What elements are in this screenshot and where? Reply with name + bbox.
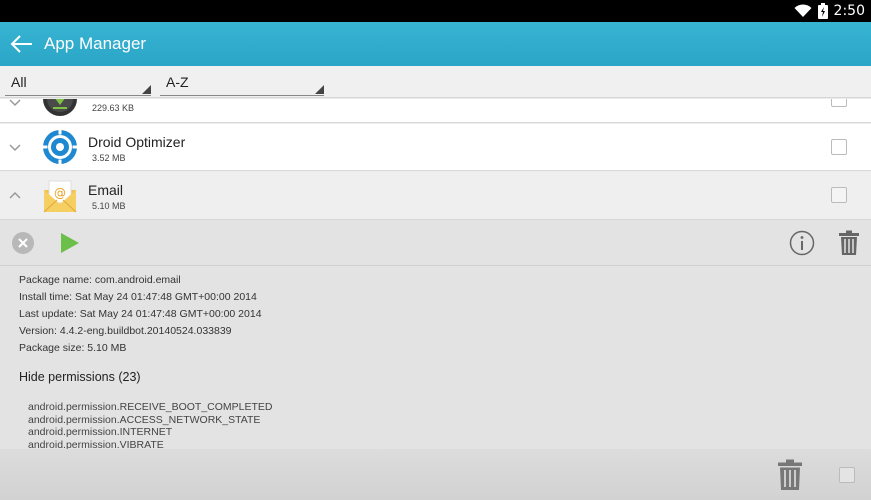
permission-item: android.permission.ACCESS_NETWORK_STATE: [28, 413, 261, 426]
email-app-icon: @: [43, 180, 77, 213]
batch-uninstall-trash-icon[interactable]: [777, 459, 803, 491]
app-size: 229.63 KB: [92, 103, 135, 113]
app-size: 5.10 MB: [92, 201, 126, 211]
list-item-expanded[interactable]: @ Email 5.10 MB: [0, 172, 871, 220]
select-checkbox[interactable]: [831, 99, 847, 107]
svg-text:@: @: [54, 186, 66, 200]
category-dropdown-value: All: [11, 74, 27, 90]
hide-permissions-toggle[interactable]: Hide permissions (23): [19, 370, 141, 384]
permissions-list: android.permission.RECEIVE_BOOT_COMPLETE…: [28, 401, 273, 451]
chevron-down-icon[interactable]: [8, 143, 22, 153]
permission-item: android.permission.RECEIVE_BOOT_COMPLETE…: [28, 401, 273, 413]
sort-dropdown-value: A-Z: [166, 74, 189, 90]
app-name: Email: [88, 182, 124, 198]
select-all-checkbox[interactable]: [839, 467, 855, 483]
category-dropdown[interactable]: All: [5, 72, 151, 96]
package-info: Package name: com.android.email Install …: [19, 272, 262, 357]
permission-item: android.permission.INTERNET: [28, 426, 173, 438]
chevron-up-icon[interactable]: [8, 190, 22, 200]
detail-toolbar: [0, 220, 871, 266]
download-app-icon: [43, 99, 77, 116]
battery-icon: [817, 3, 828, 19]
sort-dropdown[interactable]: A-Z: [160, 72, 324, 96]
filter-bar: All A-Z: [0, 66, 871, 98]
package-size-text: Package size: 5.10 MB: [19, 342, 127, 354]
install-time-text: Install time: Sat May 24 01:47:48 GMT+00…: [19, 291, 257, 303]
list-item[interactable]: Droid Optimizer 3.52 MB: [0, 124, 871, 171]
force-stop-icon[interactable]: [12, 232, 34, 254]
launch-play-icon[interactable]: [60, 232, 80, 254]
package-name-text: Package name: com.android.email: [19, 274, 181, 286]
select-checkbox[interactable]: [831, 187, 847, 203]
uninstall-trash-icon[interactable]: [838, 230, 860, 256]
wifi-icon: [794, 4, 812, 17]
select-checkbox[interactable]: [831, 139, 847, 155]
info-icon[interactable]: [789, 230, 815, 256]
dropdown-triangle-icon: [142, 85, 151, 94]
action-bar: App Manager: [0, 22, 871, 66]
status-clock: 2:50: [833, 3, 865, 19]
list-item[interactable]: 229.63 KB: [0, 99, 871, 123]
app-size: 3.52 MB: [92, 153, 126, 163]
dropdown-triangle-icon: [315, 85, 324, 94]
version-text: Version: 4.4.2-eng.buildbot.20140524.033…: [19, 325, 232, 337]
app-name: Droid Optimizer: [88, 134, 186, 150]
status-bar: 2:50: [0, 0, 871, 22]
last-update-text: Last update: Sat May 24 01:47:48 GMT+00:…: [19, 308, 262, 320]
bottom-action-bar: [0, 449, 871, 500]
back-arrow-icon[interactable]: [10, 33, 34, 55]
page-title: App Manager: [44, 34, 147, 53]
chevron-down-icon[interactable]: [8, 99, 22, 108]
droid-optimizer-app-icon: [42, 129, 78, 165]
